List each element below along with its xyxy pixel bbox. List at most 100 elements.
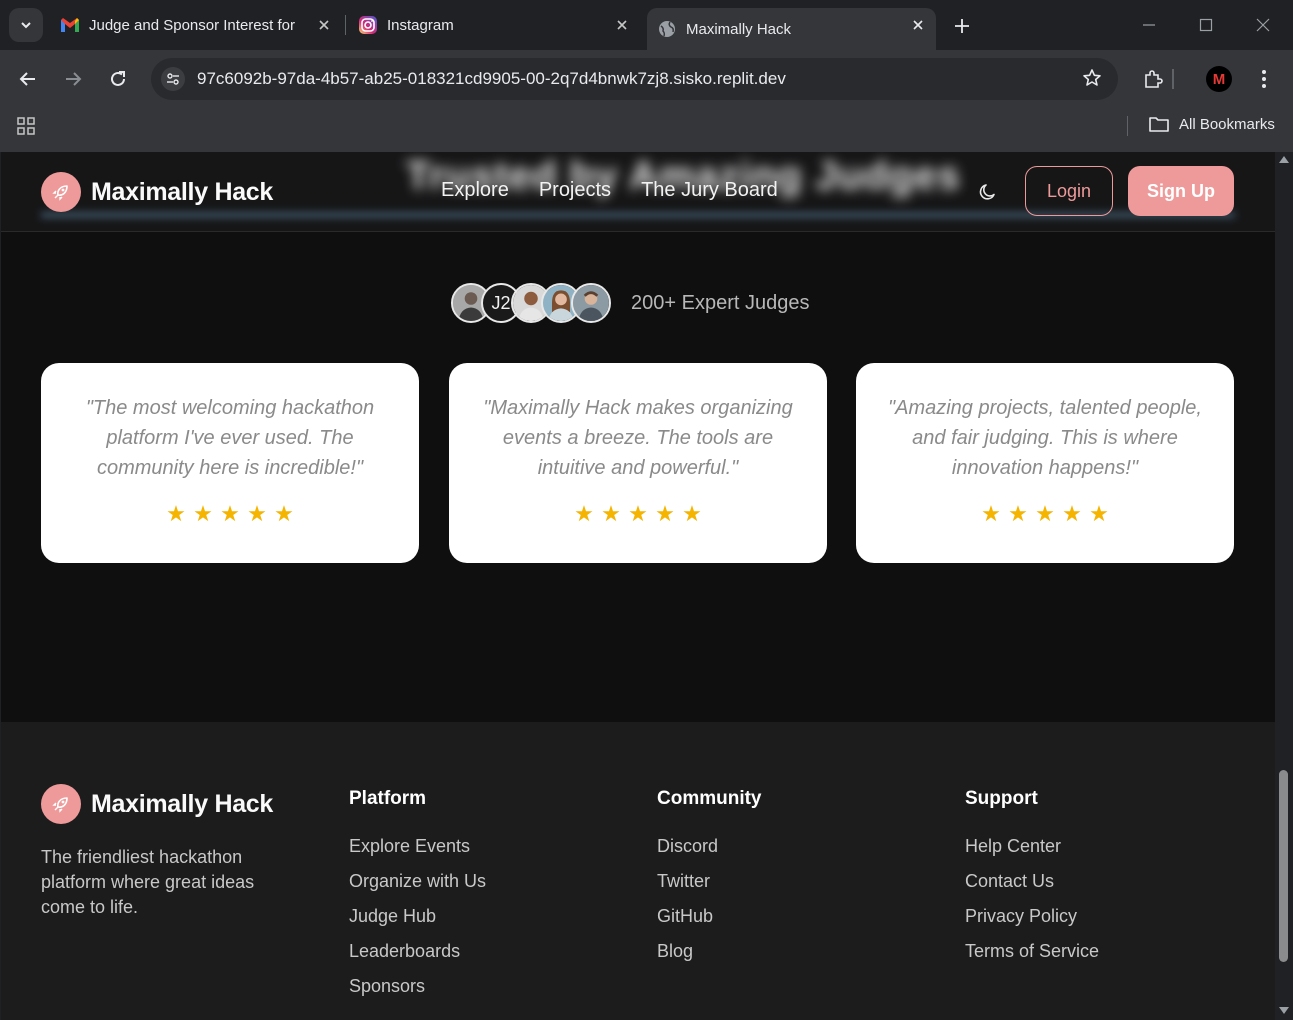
forward-button[interactable] (58, 64, 88, 94)
star-icon: ★ (1035, 501, 1055, 526)
nav-link-jury-board[interactable]: The Jury Board (641, 179, 778, 202)
arrow-left-icon (19, 72, 35, 86)
nav-link-explore[interactable]: Explore (441, 179, 509, 202)
maximize-icon (1199, 18, 1213, 32)
footer-link[interactable]: Privacy Policy (965, 906, 1099, 941)
page-viewport: Trusted by Amazing Judges Maximally Hack… (1, 152, 1275, 1020)
browser-toolbar: 97c6092b-97da-4b57-ab25-018321cd9905-00-… (0, 50, 1293, 110)
testimonial-card: "Amazing projects, talented people, and … (856, 363, 1234, 563)
instagram-icon (358, 15, 378, 35)
tab-maximally-hack[interactable]: Maximally Hack (647, 8, 936, 50)
rating-stars: ★ ★ ★ ★ ★ (41, 503, 419, 525)
bookmarks-bar: All Bookmarks (0, 110, 1293, 152)
scroll-up-arrow-icon[interactable] (1279, 156, 1289, 163)
close-tab-icon[interactable] (908, 15, 928, 35)
star-icon: ★ (193, 501, 213, 526)
rocket-logo-icon (41, 784, 81, 824)
arrow-right-icon (66, 72, 82, 86)
footer-link[interactable]: Discord (657, 836, 762, 871)
rating-stars: ★ ★ ★ ★ ★ (449, 503, 827, 525)
star-icon: ★ (166, 501, 186, 526)
footer-link[interactable]: Help Center (965, 836, 1099, 871)
star-icon: ★ (1089, 501, 1109, 526)
theme-toggle-button[interactable] (976, 180, 1000, 204)
page-scrollbar[interactable] (1275, 152, 1293, 1020)
rocket-logo-icon (41, 172, 81, 212)
site-brand[interactable]: Maximally Hack (41, 172, 273, 212)
testimonial-card: "The most welcoming hackathon platform I… (41, 363, 419, 563)
close-window-button[interactable] (1248, 10, 1278, 40)
scrollbar-thumb[interactable] (1279, 770, 1288, 962)
footer-link[interactable]: Judge Hub (349, 906, 486, 941)
star-icon: ★ (601, 501, 621, 526)
all-bookmarks-button[interactable]: All Bookmarks (1149, 115, 1275, 133)
brand-name: Maximally Hack (91, 177, 274, 206)
maximize-button[interactable] (1191, 10, 1221, 40)
address-bar[interactable]: 97c6092b-97da-4b57-ab25-018321cd9905-00-… (151, 58, 1118, 100)
footer-column-community: Community Discord Twitter GitHub Blog (657, 788, 762, 976)
footer-description: The friendliest hackathon platform where… (41, 847, 255, 917)
globe-icon (657, 19, 677, 39)
footer-link[interactable]: Blog (657, 941, 762, 976)
reload-button[interactable] (103, 64, 133, 94)
minimize-icon (1143, 24, 1155, 26)
site-footer: Maximally Hack The friendliest hackathon… (1, 722, 1275, 1020)
tab-title: Judge and Sponsor Interest for (89, 16, 295, 34)
footer-link[interactable]: Leaderboards (349, 941, 486, 976)
judges-summary: J2 200+ Expert Judges (451, 282, 809, 324)
tab-title: Maximally Hack (686, 20, 792, 38)
site-navbar: Trusted by Amazing Judges Maximally Hack… (1, 152, 1275, 232)
footer-link[interactable]: Contact Us (965, 871, 1099, 906)
star-icon: ★ (655, 501, 675, 526)
site-info-icon[interactable] (161, 67, 185, 91)
minimize-button[interactable] (1134, 10, 1164, 40)
testimonial-quote: "The most welcoming hackathon platform I… (85, 397, 375, 479)
new-tab-button[interactable] (948, 12, 976, 40)
menu-button[interactable] (1249, 64, 1279, 94)
reload-icon (111, 71, 125, 86)
folder-icon (1149, 117, 1169, 132)
tab-gmail[interactable]: Judge and Sponsor Interest for (52, 8, 342, 42)
rating-stars: ★ ★ ★ ★ ★ (856, 503, 1234, 525)
apps-grid-icon[interactable] (16, 116, 36, 141)
footer-link[interactable]: Explore Events (349, 836, 486, 871)
footer-link[interactable]: Terms of Service (965, 941, 1099, 976)
judges-count-text: 200+ Expert Judges (631, 291, 810, 314)
scroll-down-arrow-icon[interactable] (1279, 1007, 1289, 1014)
tab-strip: Judge and Sponsor Interest for Instagram… (0, 0, 1293, 50)
bookmark-star-icon[interactable] (1082, 68, 1102, 93)
footer-brand[interactable]: Maximally Hack (41, 784, 273, 824)
star-icon: ★ (574, 501, 594, 526)
star-icon: ★ (1062, 501, 1082, 526)
star-icon: ★ (247, 501, 267, 526)
chevron-down-icon (21, 22, 31, 29)
star-icon: ★ (981, 501, 1001, 526)
signup-button[interactable]: Sign Up (1128, 166, 1234, 216)
login-button[interactable]: Login (1025, 166, 1113, 216)
tab-instagram[interactable]: Instagram (350, 8, 640, 42)
footer-link[interactable]: Sponsors (349, 976, 486, 1011)
star-icon: ★ (682, 501, 702, 526)
star-icon: ★ (1008, 501, 1028, 526)
tab-divider (345, 15, 346, 35)
footer-heading: Community (657, 788, 762, 809)
close-tab-icon[interactable] (612, 15, 632, 35)
footer-column-platform: Platform Explore Events Organize with Us… (349, 788, 486, 1011)
profile-avatar[interactable]: M (1206, 66, 1232, 92)
footer-brand-name: Maximally Hack (91, 789, 274, 818)
footer-link[interactable]: Organize with Us (349, 871, 486, 906)
testimonial-card: "Maximally Hack makes organizing events … (449, 363, 827, 563)
footer-link[interactable]: GitHub (657, 906, 762, 941)
url-text: 97c6092b-97da-4b57-ab25-018321cd9905-00-… (197, 69, 786, 88)
all-bookmarks-label: All Bookmarks (1179, 115, 1275, 133)
testimonial-quote: "Amazing projects, talented people, and … (888, 397, 1202, 479)
extensions-button[interactable] (1138, 64, 1168, 94)
nav-link-projects[interactable]: Projects (539, 179, 611, 202)
tab-search-button[interactable] (9, 8, 43, 42)
footer-heading: Support (965, 788, 1038, 809)
footer-link[interactable]: Twitter (657, 871, 762, 906)
close-tab-icon[interactable] (314, 15, 334, 35)
puzzle-icon (1145, 70, 1163, 88)
gmail-icon (60, 15, 80, 35)
back-button[interactable] (13, 64, 43, 94)
